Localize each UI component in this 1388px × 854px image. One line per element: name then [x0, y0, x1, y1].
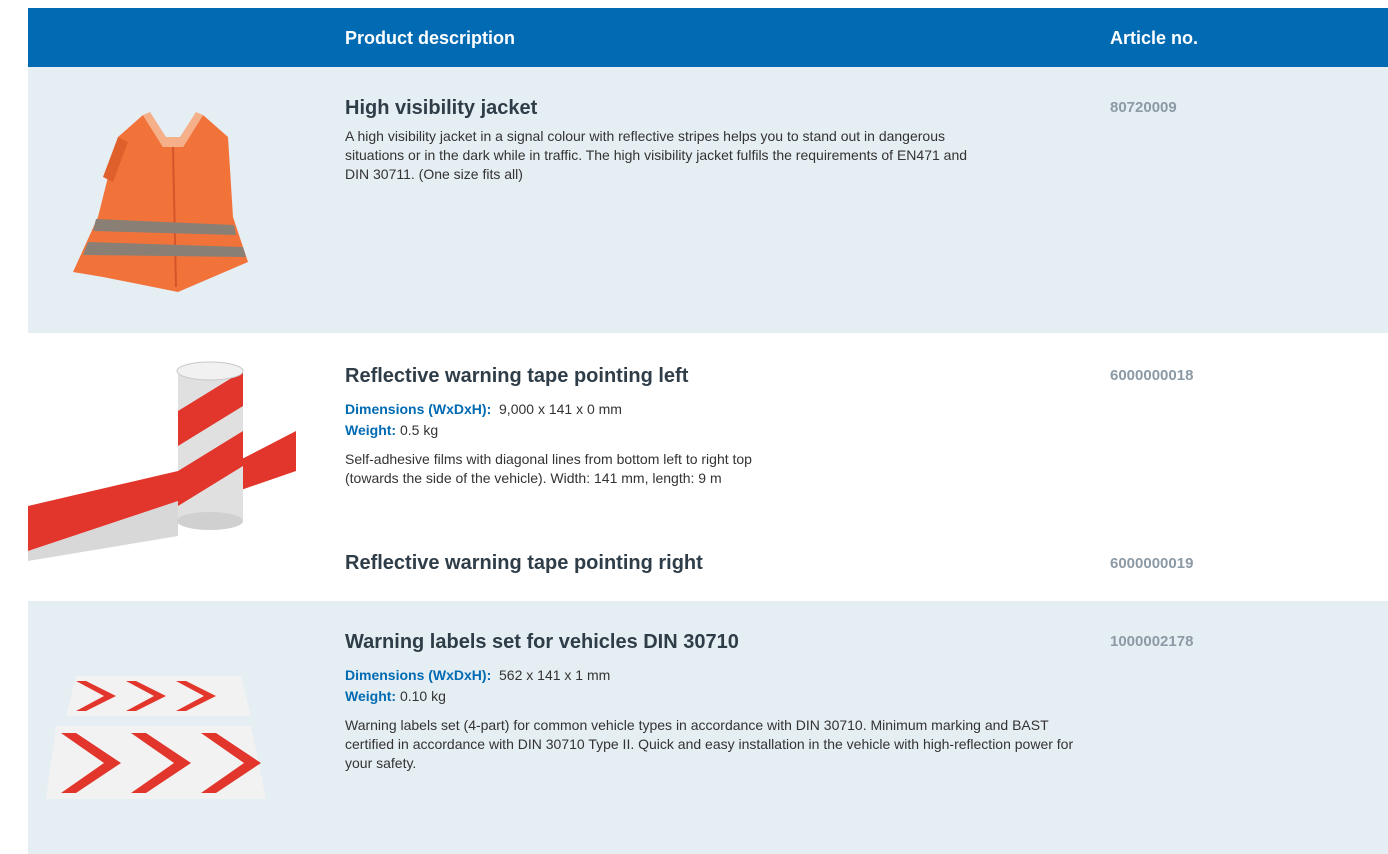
product-row-jacket: High visibility jacket A high visibility…	[28, 67, 1388, 333]
product-title: Reflective warning tape pointing left	[345, 365, 689, 387]
dimensions-value: 9,000 x 141 x 0 mm	[499, 401, 622, 417]
weight-label: Weight:	[345, 688, 397, 704]
product-weight: Weight: 0.10 kg	[345, 688, 446, 704]
safety-vest-icon	[73, 112, 248, 292]
weight-label: Weight:	[345, 422, 397, 438]
product-description: A high visibility jacket in a signal col…	[345, 128, 968, 182]
product-description: Self-adhesive films with diagonal lines …	[345, 451, 752, 486]
article-number: 80720009	[1110, 99, 1177, 116]
article-number: 6000000018	[1110, 367, 1194, 384]
article-number: 1000002178	[1110, 633, 1194, 650]
dimensions-label: Dimensions (WxDxH):	[345, 667, 492, 683]
product-description: Warning labels set (4-part) for common v…	[345, 717, 1074, 771]
product-title: Warning labels set for vehicles DIN 3071…	[345, 631, 739, 653]
table-header: Product description Article no.	[28, 8, 1388, 67]
weight-value: 0.5 kg	[399, 422, 439, 438]
product-title: Reflective warning tape pointing right	[345, 552, 703, 574]
product-row-tape: Reflective warning tape pointing left Di…	[28, 333, 1388, 601]
chevron-warning-labels-icon	[46, 676, 266, 799]
product-weight: Weight: 0.5 kg	[345, 422, 438, 438]
article-number: 6000000019	[1110, 555, 1194, 572]
dimensions-value: 562 x 141 x 1 mm	[499, 667, 611, 683]
header-product-description: Product description	[345, 28, 516, 48]
header-article-no: Article no.	[1110, 28, 1199, 48]
product-row-labels: Warning labels set for vehicles DIN 3071…	[28, 601, 1388, 854]
product-title: High visibility jacket	[345, 97, 538, 119]
warning-tape-roll-icon	[28, 361, 296, 561]
product-dimensions: Dimensions (WxDxH): 562 x 141 x 1 mm	[345, 667, 610, 683]
dimensions-label: Dimensions (WxDxH):	[345, 401, 492, 417]
weight-value: 0.10 kg	[399, 688, 446, 704]
product-dimensions: Dimensions (WxDxH): 9,000 x 141 x 0 mm	[345, 401, 622, 417]
